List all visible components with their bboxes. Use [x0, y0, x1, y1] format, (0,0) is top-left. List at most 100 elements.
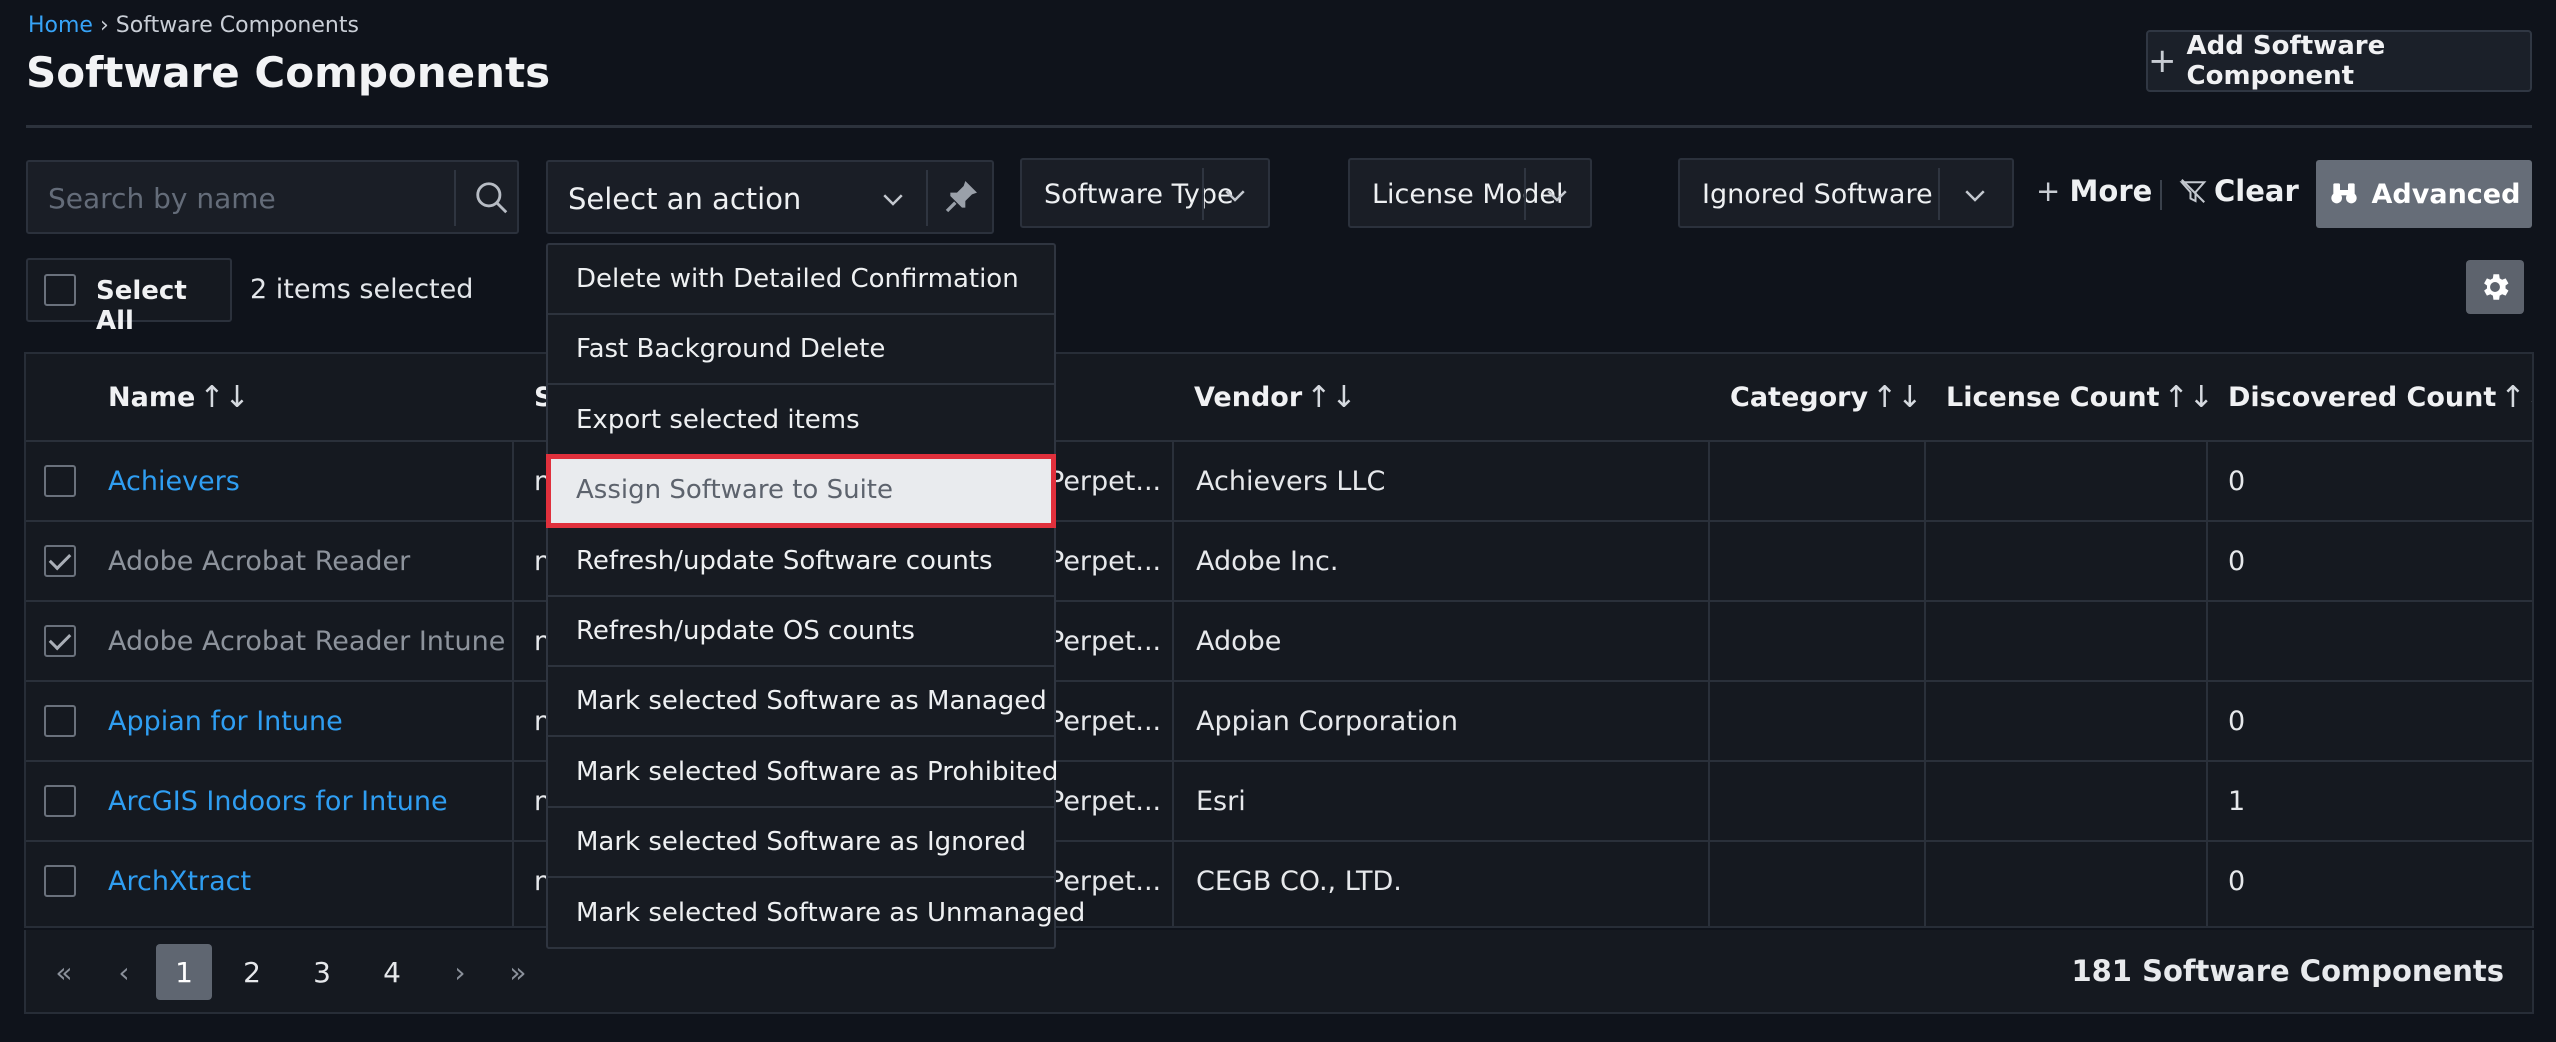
select-all-checkbox[interactable] — [44, 274, 76, 306]
page-button-3[interactable]: 3 — [294, 944, 350, 1000]
page-button-2[interactable]: 2 — [224, 944, 280, 1000]
row-vendor: Esri — [1196, 785, 1246, 817]
row-checkbox[interactable] — [44, 545, 76, 577]
action-divider — [926, 170, 928, 226]
binoculars-icon — [2330, 183, 2357, 204]
sort-icon: ↑↓ — [2500, 379, 2532, 415]
row-category — [1730, 442, 1910, 520]
pagination: « ‹ 1 2 3 4 › » 181 Software Components — [24, 930, 2534, 1014]
row-vendor: Adobe — [1196, 625, 1282, 657]
action-menu-item[interactable]: Mark selected Software as Prohibited — [548, 738, 1058, 808]
action-menu-item[interactable]: Fast Background Delete — [548, 315, 1054, 386]
filter-label: Software Type — [1044, 179, 1234, 210]
column-header-discovered-count[interactable]: Discovered Count ↑↓ — [2228, 354, 2532, 440]
filter-label: Ignored Software — [1702, 179, 1933, 210]
select-all-button[interactable]: Select All — [26, 258, 232, 336]
column-header-vendor[interactable]: Vendor ↑↓ — [1194, 354, 1356, 440]
row-license-count — [1946, 762, 2196, 840]
prev-page-button[interactable]: ‹ — [96, 944, 152, 1000]
row-name[interactable]: ArchXtract — [108, 842, 508, 920]
row-name[interactable]: Appian for Intune — [108, 682, 508, 760]
filter-software-type[interactable]: Software Type — [1020, 158, 1270, 228]
row-vendor: Adobe Inc. — [1196, 545, 1339, 577]
row-license-count — [1946, 602, 2196, 680]
column-header-name[interactable]: Name ↑↓ — [108, 354, 250, 440]
page-button-1[interactable]: 1 — [156, 944, 212, 1000]
row-checkbox[interactable] — [44, 785, 76, 817]
row-discovered-count: 0 — [2228, 705, 2246, 737]
row-license-count — [1946, 442, 2196, 520]
gear-icon — [2484, 274, 2509, 300]
row-category — [1730, 762, 1910, 840]
row-category — [1730, 602, 1910, 680]
chevron-down-icon — [1225, 190, 1245, 202]
row-checkbox[interactable] — [44, 625, 76, 657]
row-name[interactable]: Achievers — [108, 442, 508, 520]
filter-divider — [1938, 168, 1940, 220]
row-name[interactable]: ArcGIS Indoors for Intune — [108, 762, 508, 840]
plus-icon: + — [2148, 41, 2177, 81]
action-dropdown-menu: Delete with Detailed Confirmation Fast Ba… — [546, 243, 1085, 949]
search-divider — [454, 170, 456, 226]
filter-divider — [1202, 168, 1204, 220]
selected-count: 2 items selected — [250, 274, 474, 305]
filter-label: License Model — [1372, 179, 1564, 210]
action-menu-item[interactable]: Mark selected Software as Managed — [548, 667, 1054, 738]
row-vendor: Achievers LLC — [1196, 465, 1386, 497]
row-checkbox[interactable] — [44, 705, 76, 737]
chevron-down-icon — [1547, 190, 1567, 202]
header-label: Name — [108, 381, 196, 413]
row-license-count — [1946, 842, 2196, 920]
chevron-down-icon — [1965, 190, 1985, 202]
add-software-component-button[interactable]: + Add Software Component — [2146, 30, 2532, 92]
table-row[interactable]: ArcGIS Indoors for Intune n Perpet... Esri 1 — [26, 760, 2532, 840]
table-row[interactable]: Adobe Acrobat Reader n Perpet... Adobe Inc.… — [26, 520, 2532, 600]
action-menu-item[interactable]: Refresh/update OS counts — [548, 597, 1054, 667]
table-settings-button[interactable] — [2466, 260, 2524, 314]
advanced-search-button[interactable]: Advanced — [2316, 160, 2532, 228]
row-license-model: Perpet... — [1048, 625, 1162, 657]
pin-icon[interactable] — [942, 176, 982, 216]
row-checkbox[interactable] — [44, 465, 76, 497]
table-row[interactable]: Achievers n Perpet... Achievers LLC 0 — [26, 440, 2532, 520]
search-input[interactable]: Search by name — [26, 160, 519, 234]
column-header-license-count[interactable]: License Count ↑↓ — [1946, 354, 2214, 440]
action-select-label: Select an action — [568, 182, 802, 216]
row-license-model: Perpet... — [1048, 705, 1162, 737]
filter-license-model[interactable]: License Model — [1348, 158, 1592, 228]
row-discovered-count: 0 — [2228, 865, 2246, 897]
row-license-count — [1946, 682, 2196, 760]
page-button-4[interactable]: 4 — [364, 944, 420, 1000]
filter-clear-icon — [2179, 179, 2207, 203]
table-row[interactable]: ArchXtract n Perpet... CEGB CO., LTD. 0 — [26, 840, 2532, 920]
column-header-category[interactable]: Category ↑↓ — [1730, 354, 1922, 440]
table-row[interactable]: Appian for Intune n Perpet... Appian Corpor… — [26, 680, 2532, 760]
row-discovered-count: 0 — [2228, 465, 2246, 497]
header-label: Vendor — [1194, 381, 1303, 413]
filter-ignored-software[interactable]: Ignored Software — [1678, 158, 2014, 228]
action-menu-item[interactable]: Delete with Detailed Confirmation — [548, 245, 1054, 315]
action-menu-item[interactable]: Export selected items — [548, 386, 1054, 456]
action-menu-item[interactable]: Mark selected Software as Unmanaged — [548, 879, 1085, 949]
row-checkbox[interactable] — [44, 865, 76, 897]
row-category — [1730, 682, 1910, 760]
software-components-table: Name ↑↓ S Vendor ↑↓ Category ↑↓ License … — [24, 352, 2534, 928]
action-select[interactable]: Select an action — [546, 160, 994, 234]
action-menu-item[interactable]: Mark selected Software as Ignored — [548, 808, 1054, 879]
clear-label: Clear — [2214, 174, 2299, 208]
breadcrumb-home-link[interactable]: Home — [28, 13, 93, 38]
table-row[interactable]: Adobe Acrobat Reader Intune n Perpet... Ado… — [26, 600, 2532, 680]
action-menu-item[interactable]: Refresh/update Software counts — [548, 527, 1054, 597]
more-filters-button[interactable]: + More — [2036, 174, 2152, 208]
select-all-label: Select All — [96, 276, 187, 336]
last-page-button[interactable]: » — [490, 944, 546, 1000]
header-label: Category — [1730, 381, 1869, 413]
search-placeholder: Search by name — [48, 182, 276, 215]
row-category — [1730, 522, 1910, 600]
next-page-button[interactable]: › — [432, 944, 488, 1000]
action-menu-item[interactable]: Assign Software to Suite — [546, 454, 1056, 529]
clear-filters-button[interactable]: Clear — [2178, 174, 2299, 208]
advanced-label: Advanced — [2371, 178, 2521, 210]
search-icon[interactable] — [473, 179, 511, 217]
first-page-button[interactable]: « — [36, 944, 92, 1000]
